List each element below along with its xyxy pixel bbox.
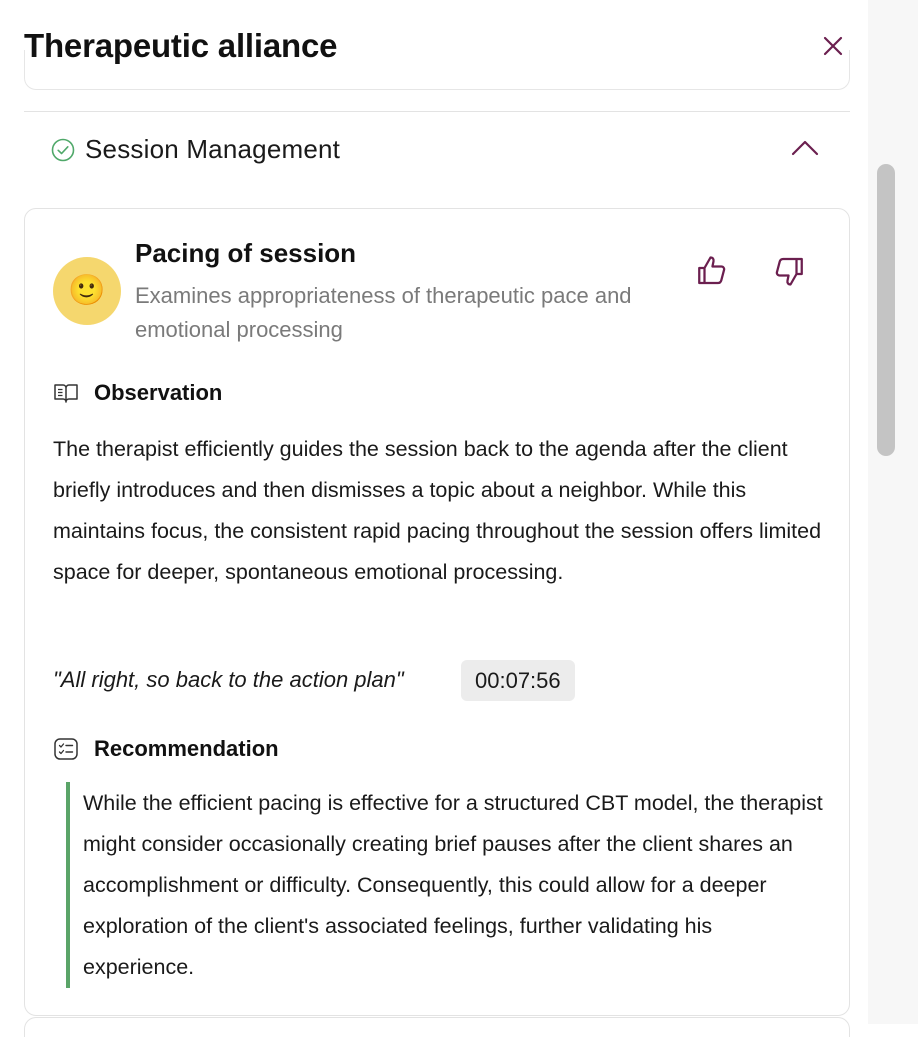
recommendation-accent-bar bbox=[66, 782, 70, 988]
next-card bbox=[24, 1017, 850, 1037]
observation-text: The therapist efficiently guides the ses… bbox=[53, 437, 822, 584]
timestamp-chip[interactable]: 00:07:56 bbox=[461, 660, 575, 701]
check-circle-icon bbox=[51, 138, 75, 162]
thumbs-up-icon[interactable] bbox=[694, 253, 730, 289]
section-title: Session Management bbox=[85, 134, 341, 164]
observation-quote: "All right, so back to the action plan" bbox=[53, 667, 404, 692]
scrollbar-thumb[interactable] bbox=[877, 164, 895, 456]
metric-description: Examines appropriateness of therapeutic … bbox=[135, 283, 632, 342]
thumbs-down-icon[interactable] bbox=[771, 253, 807, 289]
checklist-icon bbox=[54, 738, 78, 760]
recommendation-heading: Recommendation bbox=[94, 736, 279, 761]
metric-title: Pacing of session bbox=[135, 238, 357, 268]
previous-card bbox=[24, 50, 850, 90]
emoji-badge: 🙂 bbox=[53, 257, 121, 325]
scroll-track bbox=[868, 0, 918, 1024]
section-divider bbox=[24, 111, 850, 112]
metric-card: 🙂 Pacing of session Examines appropriate… bbox=[24, 208, 850, 1016]
book-icon bbox=[54, 384, 78, 403]
observation-heading: Observation bbox=[94, 380, 223, 405]
chevron-up-icon[interactable] bbox=[790, 138, 820, 158]
recommendation-text: While the efficient pacing is effective … bbox=[83, 791, 823, 979]
section-header-session-management[interactable]: Session Management bbox=[24, 124, 850, 178]
